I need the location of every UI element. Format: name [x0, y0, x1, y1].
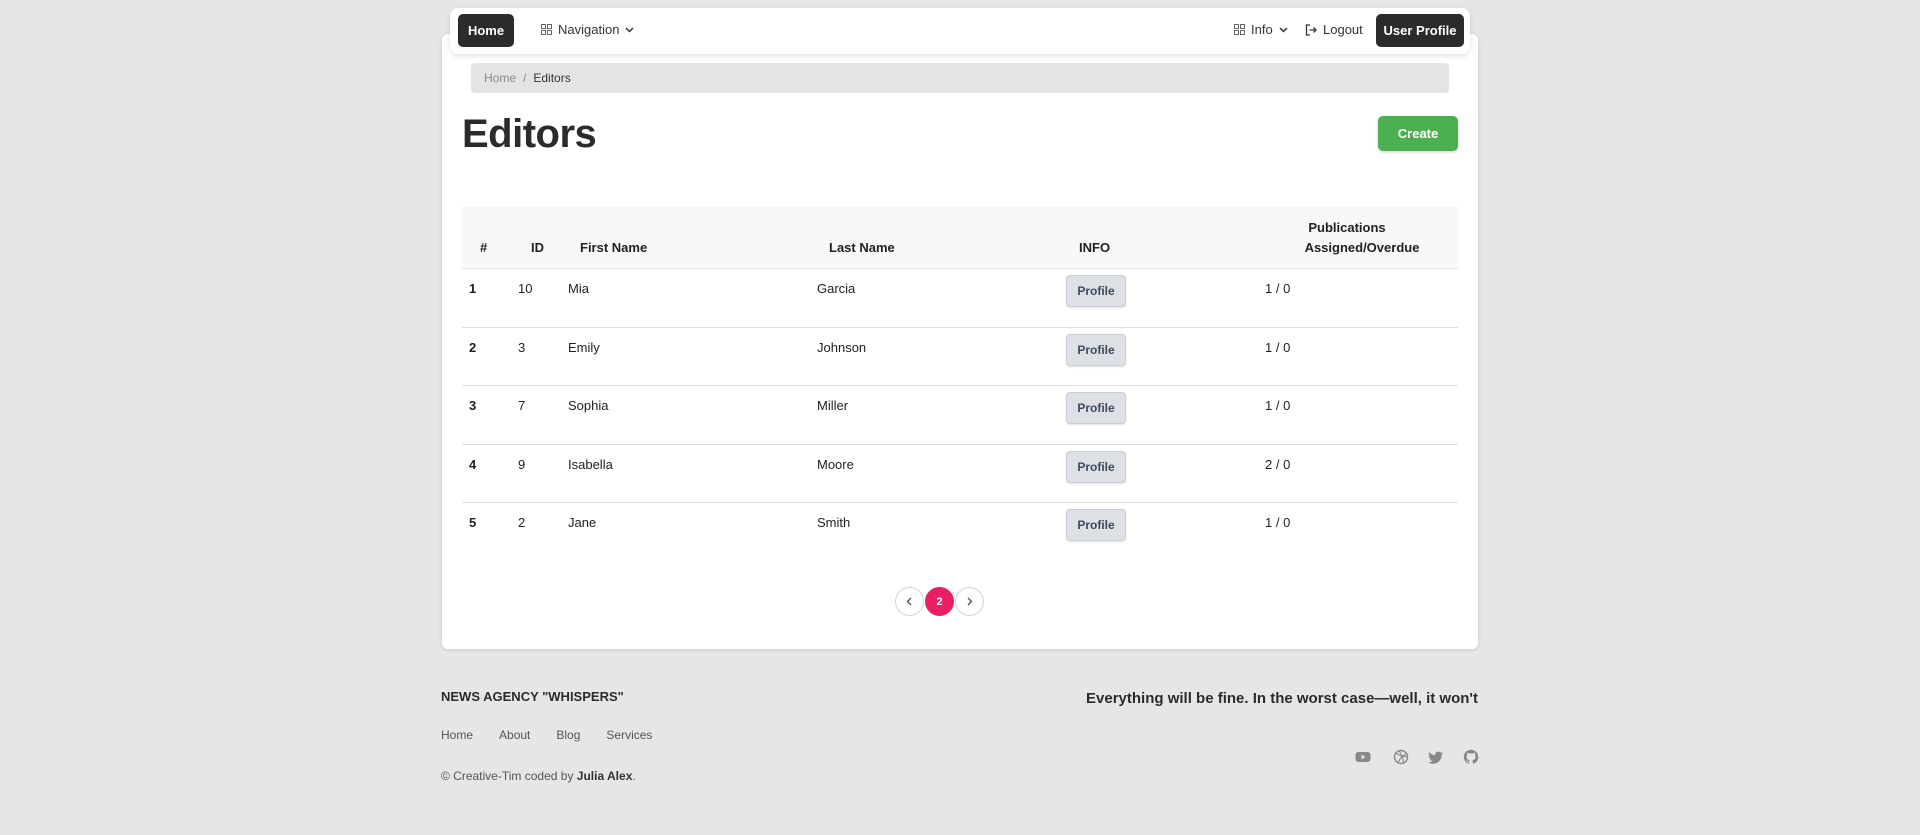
user-profile-button[interactable]: User Profile — [1376, 14, 1464, 47]
profile-button[interactable]: Profile — [1066, 509, 1126, 541]
footer-link-services[interactable]: Services — [606, 728, 652, 742]
cell-id: 9 — [518, 456, 526, 472]
previous-page-button[interactable] — [895, 587, 924, 616]
logout-label: Logout — [1323, 22, 1363, 37]
page-button-current[interactable]: 2 — [925, 587, 954, 616]
info-label: Info — [1251, 22, 1273, 37]
table-row: 5 2 Jane Smith Profile 1 / 0 — [462, 503, 1458, 562]
github-icon[interactable] — [1463, 749, 1479, 765]
header-publications-line1: Publications — [1308, 220, 1386, 235]
navigation-dropdown[interactable]: Navigation — [541, 22, 634, 37]
navbar: Home Navigation Info Logout User Profile — [450, 8, 1470, 54]
chevron-left-icon — [906, 593, 913, 611]
breadcrumb: Home / Editors — [471, 63, 1449, 93]
table-row: 1 10 Mia Garcia Profile 1 / 0 — [462, 269, 1458, 328]
profile-button[interactable]: Profile — [1066, 333, 1126, 366]
cell-publications: 2 / 0 — [1265, 456, 1291, 472]
breadcrumb-current: Editors — [533, 71, 571, 85]
logout-link[interactable]: Logout — [1305, 22, 1363, 37]
cell-publications: 1 / 0 — [1265, 398, 1291, 413]
grid-icon — [541, 24, 552, 35]
chevron-down-icon — [1279, 26, 1288, 33]
cell-index: 1 — [469, 281, 477, 296]
page-title: Editors — [462, 112, 597, 156]
copyright-suffix: . — [632, 769, 636, 783]
copyright-prefix: © Creative-Tim coded by — [441, 769, 577, 783]
footer-links: Home About Blog Services — [441, 728, 652, 742]
header-first-name: First Name — [580, 240, 648, 255]
profile-button[interactable]: Profile — [1066, 450, 1126, 483]
header-index: # — [480, 240, 488, 255]
cell-index: 3 — [469, 398, 477, 413]
header-publications-line2: Assigned/Overdue — [1304, 240, 1420, 255]
cell-last-name: Smith — [817, 515, 851, 530]
footer-link-blog[interactable]: Blog — [556, 728, 580, 742]
copyright-author[interactable]: Julia Alex — [577, 769, 633, 783]
cell-last-name: Miller — [817, 398, 849, 413]
cell-id: 10 — [518, 281, 533, 296]
table-header: # ID First Name Last Name INFO Publicati… — [462, 207, 1458, 269]
profile-button[interactable]: Profile — [1066, 275, 1126, 307]
cell-last-name: Johnson — [817, 339, 867, 355]
editors-table: # ID First Name Last Name INFO Publicati… — [462, 207, 1458, 562]
cell-id: 2 — [518, 515, 526, 530]
cell-index: 5 — [469, 515, 477, 530]
cell-publications: 1 / 0 — [1265, 339, 1291, 355]
cell-index: 2 — [469, 339, 477, 355]
breadcrumb-home[interactable]: Home — [484, 71, 516, 85]
cell-id: 3 — [518, 339, 526, 355]
twitter-icon[interactable] — [1428, 749, 1444, 765]
cell-first-name: Sophia — [568, 398, 609, 413]
next-page-button[interactable] — [955, 587, 984, 616]
grid-icon — [1234, 24, 1245, 35]
table-row: 2 3 Emily Johnson Profile 1 / 0 — [462, 328, 1458, 386]
breadcrumb-separator: / — [523, 71, 527, 85]
dribbble-icon[interactable] — [1393, 749, 1409, 765]
create-button[interactable]: Create — [1378, 116, 1458, 151]
cell-first-name: Mia — [568, 281, 589, 296]
chevron-right-icon — [966, 593, 973, 611]
cell-last-name: Garcia — [817, 281, 856, 296]
header-last-name: Last Name — [829, 240, 895, 255]
cell-last-name: Moore — [817, 456, 854, 472]
footer-link-about[interactable]: About — [499, 728, 530, 742]
logout-icon — [1305, 23, 1317, 36]
cell-id: 7 — [518, 398, 526, 413]
footer-copyright: © Creative-Tim coded by Julia Alex. — [441, 769, 636, 783]
footer-tagline: Everything will be fine. In the worst ca… — [1086, 690, 1478, 707]
cell-first-name: Isabella — [568, 456, 613, 472]
cell-index: 4 — [469, 456, 477, 472]
header-id: ID — [531, 240, 544, 255]
cell-publications: 1 / 0 — [1265, 281, 1291, 296]
youtube-icon[interactable] — [1355, 749, 1371, 765]
cell-first-name: Jane — [568, 515, 597, 530]
profile-button[interactable]: Profile — [1066, 392, 1126, 424]
home-button[interactable]: Home — [458, 14, 514, 47]
chevron-down-icon — [625, 26, 634, 33]
footer-brand: NEWS AGENCY "WHISPERS" — [441, 689, 624, 704]
cell-first-name: Emily — [568, 339, 600, 355]
header-info: INFO — [1079, 240, 1111, 255]
navigation-label: Navigation — [558, 22, 620, 37]
table-row: 4 9 Isabella Moore Profile 2 / 0 — [462, 445, 1458, 503]
info-dropdown[interactable]: Info — [1234, 22, 1288, 37]
table-row: 3 7 Sophia Miller Profile 1 / 0 — [462, 386, 1458, 445]
footer-link-home[interactable]: Home — [441, 728, 473, 742]
cell-publications: 1 / 0 — [1265, 515, 1291, 530]
